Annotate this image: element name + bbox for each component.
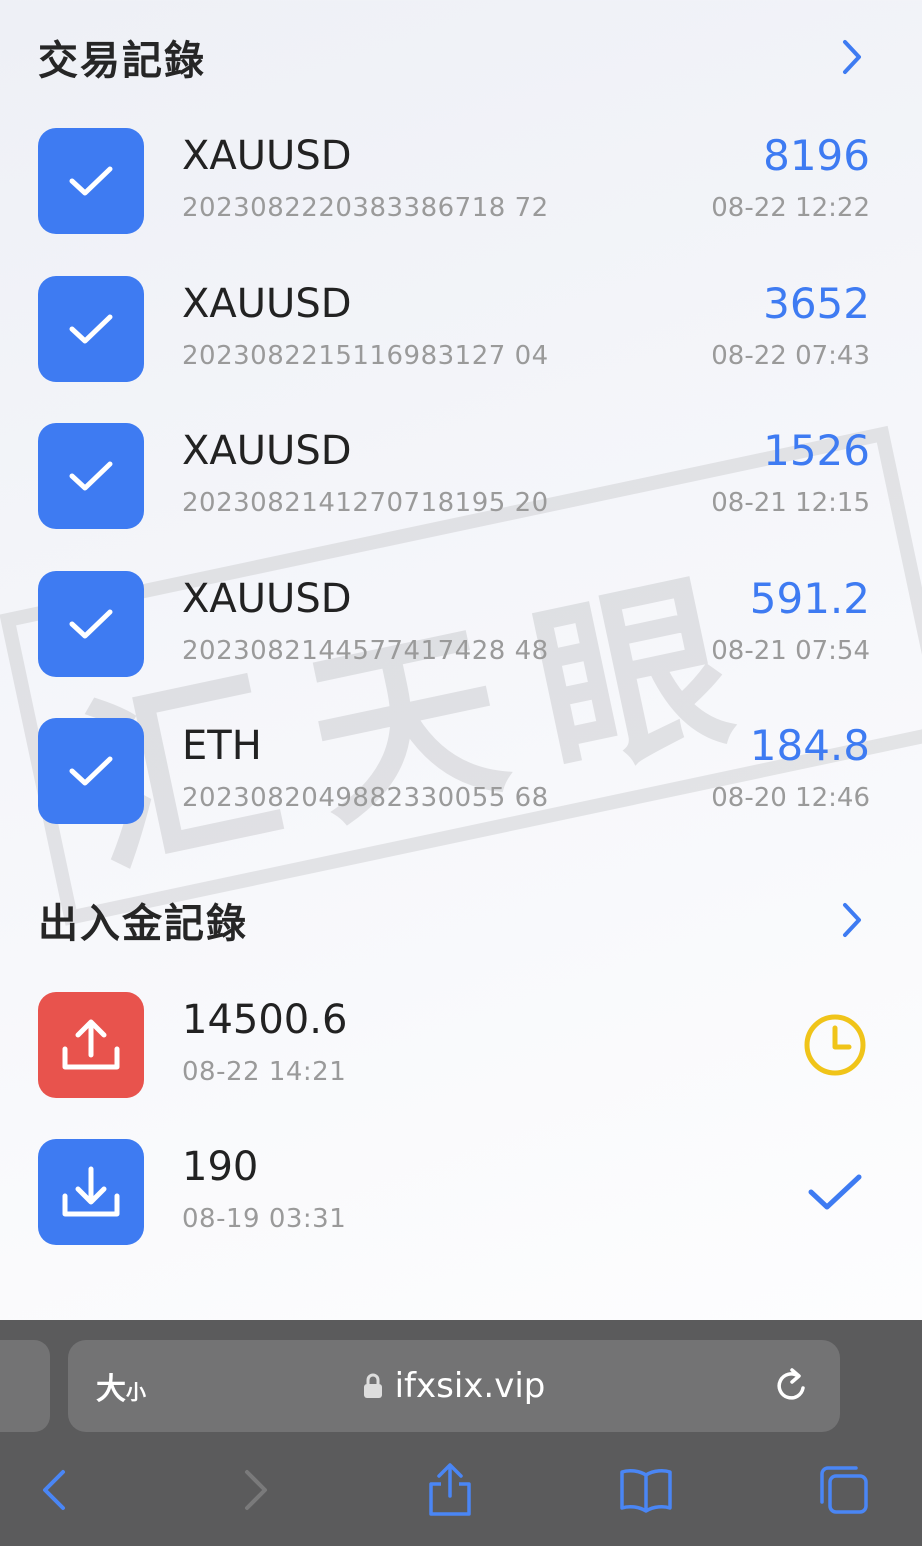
download-icon	[62, 1166, 120, 1217]
check-tile	[38, 276, 144, 382]
deposit-tile	[38, 1139, 144, 1245]
chevron-right-icon	[843, 40, 861, 74]
trade-time: 08-21 07:54	[711, 636, 870, 666]
fund-row[interactable]: 14500.6 08-22 14:21	[38, 991, 870, 1099]
browser-nav-bar	[0, 1450, 922, 1530]
check-icon	[69, 461, 113, 491]
chevron-right-icon	[843, 903, 861, 937]
reload-icon[interactable]	[772, 1366, 812, 1406]
trade-amount: 3652	[763, 279, 870, 328]
chevron-left-icon	[43, 1470, 65, 1510]
check-tile	[38, 571, 144, 677]
trade-row[interactable]: XAUUSD 2023082220383386718 72 8196 08-22…	[38, 127, 870, 235]
share-button[interactable]	[420, 1460, 480, 1520]
trades-title: 交易記錄	[38, 38, 206, 84]
trade-symbol: XAUUSD	[182, 281, 352, 327]
trades-more-button[interactable]	[834, 39, 870, 75]
tabs-icon	[820, 1466, 868, 1514]
upload-icon	[62, 1019, 120, 1070]
browser-toolbar: 大 小 ifxsix.vip	[0, 1320, 922, 1546]
check-icon	[69, 314, 113, 344]
forward-button[interactable]	[226, 1460, 286, 1520]
trade-row[interactable]: XAUUSD 2023082144577417428 48 591.2 08-2…	[38, 570, 870, 678]
trade-symbol: XAUUSD	[182, 133, 352, 179]
trade-symbol: XAUUSD	[182, 428, 352, 474]
completed-status	[800, 1157, 870, 1227]
url-text: ifxsix.vip	[394, 1366, 546, 1406]
trade-id: 2023082215116983127 04	[182, 341, 549, 371]
trade-time: 08-21 12:15	[711, 488, 870, 518]
trade-time: 08-22 07:43	[711, 341, 870, 371]
trade-id: 2023082220383386718 72	[182, 193, 549, 223]
funds-more-button[interactable]	[834, 902, 870, 938]
page: 汇天眼 交易記錄 XAUUSD 2023082220383386718 72 8…	[0, 0, 922, 1320]
trades-header: 交易記錄	[38, 22, 870, 92]
trade-amount: 591.2	[749, 574, 870, 623]
check-tile	[38, 718, 144, 824]
check-icon	[69, 609, 113, 639]
bookmarks-button[interactable]	[616, 1460, 676, 1520]
trade-id: 2023082049882330055 68	[182, 783, 549, 813]
tabs-button[interactable]	[814, 1460, 874, 1520]
withdraw-tile	[38, 992, 144, 1098]
clock-icon	[804, 1014, 866, 1076]
check-icon	[69, 166, 113, 196]
trade-amount: 1526	[763, 426, 870, 475]
url-display: ifxsix.vip	[68, 1340, 840, 1432]
previous-tab-peek[interactable]	[0, 1340, 50, 1432]
lock-icon	[363, 1373, 383, 1399]
check-icon	[69, 756, 113, 786]
watermark-text: 汇天眼	[65, 540, 787, 903]
trade-row[interactable]: XAUUSD 2023082215116983127 04 3652 08-22…	[38, 275, 870, 383]
address-bar[interactable]: 大 小 ifxsix.vip	[68, 1340, 840, 1432]
fund-row[interactable]: 190 08-19 03:31	[38, 1138, 870, 1246]
trade-symbol: XAUUSD	[182, 576, 352, 622]
check-tile	[38, 423, 144, 529]
back-button[interactable]	[24, 1460, 84, 1520]
trade-time: 08-22 12:22	[711, 193, 870, 223]
trade-amount: 184.8	[749, 721, 870, 770]
pending-status	[800, 1010, 870, 1080]
fund-time: 08-22 14:21	[182, 1057, 347, 1087]
trade-time: 08-20 12:46	[711, 783, 870, 813]
trade-id: 2023082144577417428 48	[182, 636, 549, 666]
check-icon	[808, 1174, 862, 1210]
share-icon	[429, 1463, 471, 1516]
funds-header: 出入金記錄	[38, 885, 870, 955]
trade-id: 2023082141270718195 20	[182, 488, 549, 518]
check-tile	[38, 128, 144, 234]
book-icon	[620, 1469, 672, 1513]
fund-time: 08-19 03:31	[182, 1204, 347, 1234]
trade-amount: 8196	[763, 131, 870, 180]
fund-amount: 14500.6	[182, 997, 348, 1043]
trade-symbol: ETH	[182, 723, 262, 769]
fund-amount: 190	[182, 1144, 259, 1190]
chevron-right-icon	[245, 1470, 267, 1510]
trade-row[interactable]: ETH 2023082049882330055 68 184.8 08-20 1…	[38, 717, 870, 825]
trade-row[interactable]: XAUUSD 2023082141270718195 20 1526 08-21…	[38, 422, 870, 530]
funds-title: 出入金記錄	[38, 901, 248, 947]
